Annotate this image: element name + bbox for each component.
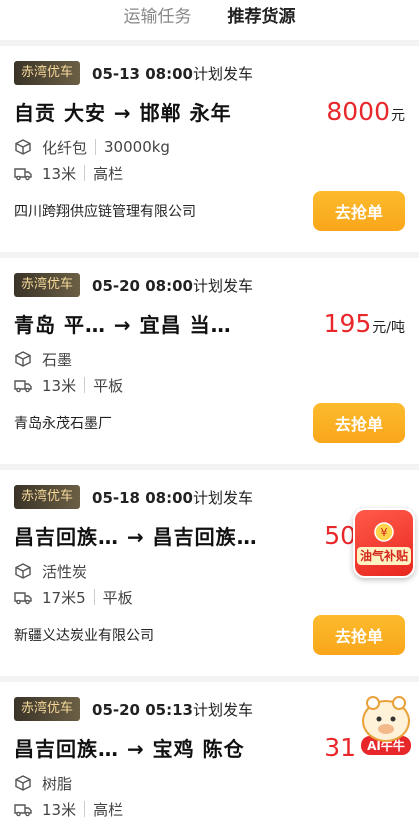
route-text: 昌吉回族… → 宝鸡 陈仓 (14, 736, 245, 761)
departure-time: 05-20 05:13计划发车 (92, 700, 253, 719)
price: 195元/吨 (323, 308, 405, 338)
tab-bar: 运输任务 推荐货源 (0, 0, 419, 40)
cargo-weight: 30000kg (104, 138, 170, 156)
grab-order-button[interactable]: 去抢单 (313, 403, 405, 443)
truck-length: 13米 (42, 164, 77, 183)
ai-assistant-float-button[interactable]: AI牛牛 (357, 696, 415, 760)
truck-length: 13米 (42, 800, 77, 819)
truck-type: 高栏 (93, 800, 124, 819)
departure-time: 05-13 08:00计划发车 (92, 64, 253, 83)
cargo-name: 石墨 (42, 350, 73, 369)
fuel-subsidy-float-button[interactable]: ¥ 油气补贴 (353, 508, 415, 578)
truck-icon (14, 800, 32, 818)
price: 31 (324, 732, 356, 762)
vendor-badge: 赤湾优车 (14, 273, 81, 297)
cargo-name: 树脂 (42, 774, 73, 793)
cube-icon (14, 774, 32, 792)
divider (84, 377, 86, 393)
truck-icon (14, 376, 32, 394)
truck-length: 13米 (42, 376, 77, 395)
truck-length: 17米5 (42, 588, 86, 607)
grab-order-button[interactable]: 去抢单 (313, 191, 405, 231)
divider (84, 801, 86, 817)
truck-icon (14, 164, 32, 182)
coin-icon: ¥ (374, 522, 394, 542)
bull-mascot-icon (362, 696, 410, 742)
cube-icon (14, 562, 32, 580)
company-name: 青岛永茂石墨厂 (14, 416, 112, 432)
fuel-subsidy-label: 油气补贴 (356, 547, 411, 565)
departure-time: 05-20 08:00计划发车 (92, 276, 253, 295)
departure-time: 05-18 08:00计划发车 (92, 488, 253, 507)
truck-icon (14, 588, 32, 606)
truck-type: 高栏 (93, 164, 124, 183)
divider (95, 139, 97, 155)
divider (93, 589, 95, 605)
vendor-badge: 赤湾优车 (14, 61, 81, 85)
tab-transport-tasks[interactable]: 运输任务 (124, 4, 192, 34)
vendor-badge: 赤湾优车 (14, 485, 81, 509)
route-text: 昌吉回族… → 昌吉回族… (14, 524, 258, 549)
cargo-card[interactable]: 赤湾优车 05-20 08:00计划发车 青岛 平… → 宜昌 当… 195元/… (0, 258, 419, 464)
divider (84, 165, 86, 181)
price: 8000元 (326, 96, 405, 126)
cube-icon (14, 350, 32, 368)
cargo-card[interactable]: 赤湾优车 05-13 08:00计划发车 自贡 大安 → 邯郸 永年 8000元… (0, 46, 419, 252)
cargo-name: 活性炭 (42, 562, 88, 581)
truck-type: 平板 (102, 588, 133, 607)
grab-order-button[interactable]: 去抢单 (313, 615, 405, 655)
company-name: 四川跨翔供应链管理有限公司 (14, 204, 196, 220)
cube-icon (14, 138, 32, 156)
truck-type: 平板 (93, 376, 124, 395)
bottom-nav-edge (0, 829, 419, 835)
route-text: 自贡 大安 → 邯郸 永年 (14, 100, 232, 125)
vendor-badge: 赤湾优车 (14, 697, 81, 721)
cargo-name: 化纤包 (42, 138, 88, 157)
company-name: 新疆义达炭业有限公司 (14, 628, 154, 644)
route-text: 青岛 平… → 宜昌 当… (14, 312, 232, 337)
tab-recommended-cargo[interactable]: 推荐货源 (227, 4, 296, 34)
svg-text:¥: ¥ (381, 526, 388, 539)
